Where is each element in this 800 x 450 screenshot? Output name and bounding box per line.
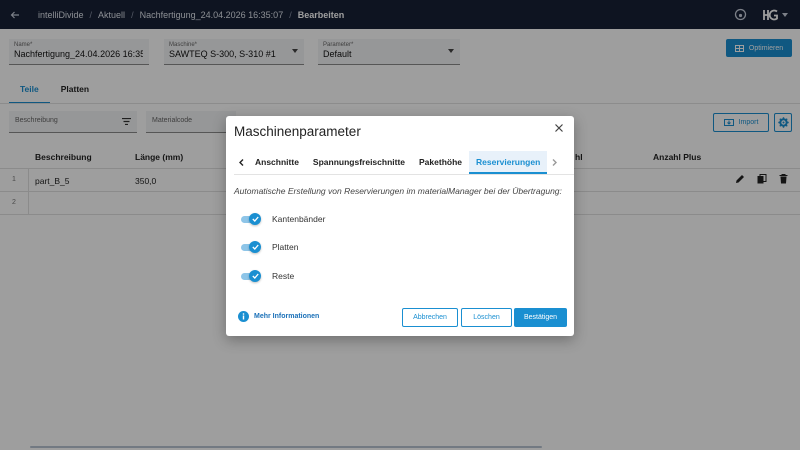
platten-toggle[interactable] xyxy=(241,241,261,253)
kantenbaender-toggle[interactable] xyxy=(241,213,261,225)
reservations-description: Automatische Erstellung von Reservierung… xyxy=(234,186,562,196)
cancel-button[interactable]: Abbrechen xyxy=(402,308,458,327)
close-icon xyxy=(555,124,563,132)
chevron-right-icon xyxy=(552,159,557,166)
close-button[interactable] xyxy=(552,121,566,135)
dialog-title: Maschinenparameter xyxy=(234,124,361,139)
info-icon xyxy=(238,311,249,322)
dialog-tabs: Anschnitte Spannungsfreischnitte Pakethö… xyxy=(234,151,564,174)
tabs-scroll-right-button[interactable] xyxy=(547,151,561,174)
chevron-left-icon xyxy=(238,159,243,166)
tab-spannungsfreischnitte[interactable]: Spannungsfreischnitte xyxy=(306,151,412,174)
tab-anschnitte[interactable]: Anschnitte xyxy=(248,151,306,174)
check-icon xyxy=(251,216,259,222)
check-icon xyxy=(251,244,259,250)
machine-parameters-dialog: Maschinenparameter Anschnitte Spannungsf… xyxy=(226,116,574,336)
tab-reservierungen[interactable]: Reservierungen xyxy=(469,151,548,174)
toggle-row-kantenbaender: Kantenbänder xyxy=(241,213,325,225)
tab-pakethoehe[interactable]: Pakethöhe xyxy=(412,151,469,174)
delete-button[interactable]: Löschen xyxy=(461,308,512,327)
toggle-row-reste: Reste xyxy=(241,270,294,282)
reste-label: Reste xyxy=(272,271,295,281)
reste-toggle[interactable] xyxy=(241,270,261,282)
dialog-tabs-divider xyxy=(234,174,574,175)
platten-label: Platten xyxy=(272,242,299,252)
confirm-button[interactable]: Bestätigen xyxy=(514,308,567,327)
check-icon xyxy=(251,273,259,279)
more-info-label: Mehr Informationen xyxy=(254,313,320,320)
tabs-scroll-left-button[interactable] xyxy=(234,151,248,174)
more-info-link[interactable]: Mehr Informationen xyxy=(238,311,319,322)
toggle-row-platten: Platten xyxy=(241,241,298,253)
kantenbaender-label: Kantenbänder xyxy=(272,214,326,224)
